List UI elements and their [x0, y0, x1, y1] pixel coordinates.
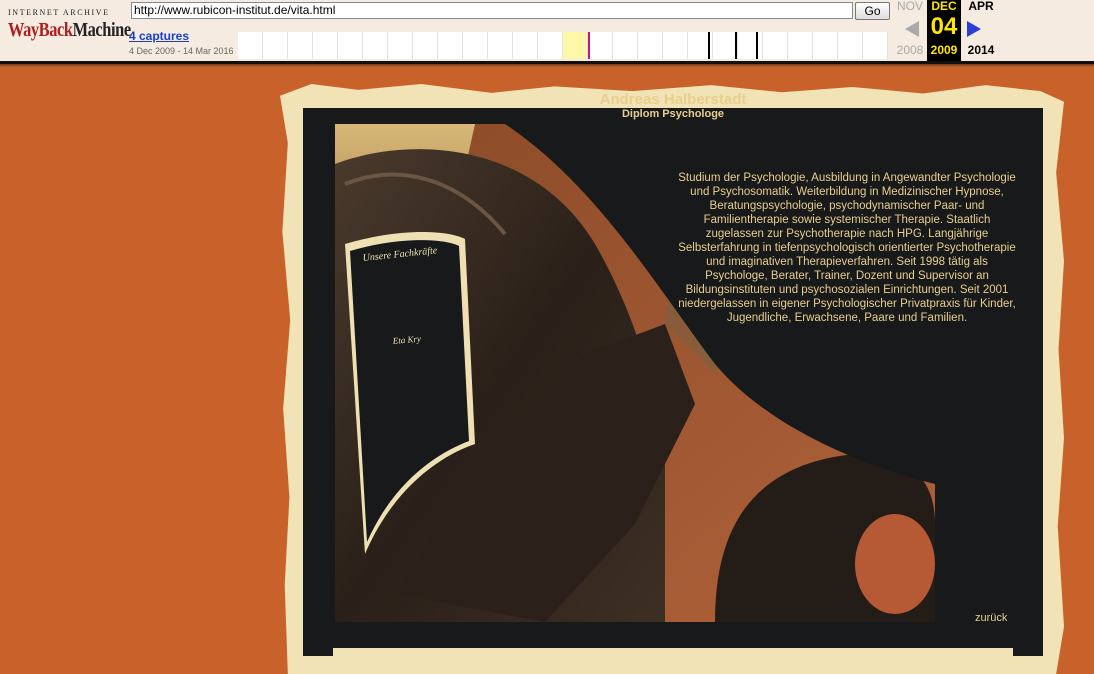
bio-text: Studium der Psychologie, Ausbildung in A…: [678, 172, 1016, 324]
go-button[interactable]: Go: [855, 2, 890, 20]
sparkline-month-cell[interactable]: [813, 32, 838, 59]
sparkline-month-cell[interactable]: [263, 32, 288, 59]
sparkline-month-cell[interactable]: [288, 32, 313, 59]
wayback-logo-top-text: INTERNET ARCHIVE: [8, 8, 110, 17]
sparkline-month-cell[interactable]: [763, 32, 788, 59]
next-year-label[interactable]: 2014: [961, 44, 1001, 56]
sparkline-month-cell[interactable]: [538, 32, 563, 59]
wayback-logo-way: Way: [8, 19, 39, 41]
sparkline-capture-tick[interactable]: [708, 32, 710, 59]
sparkline-month-cell[interactable]: [838, 32, 863, 59]
current-capture-nav: DEC 04 2009: [927, 0, 961, 61]
sparkline-month-cell[interactable]: [488, 32, 513, 59]
sparkline-month-cell[interactable]: [588, 32, 613, 59]
wayback-logo-machine: Machine: [72, 19, 132, 41]
wayback-logo-back: Back: [38, 19, 73, 41]
next-month-label[interactable]: APR: [961, 0, 1001, 12]
sparkline-current-capture-tick[interactable]: [588, 32, 590, 59]
prev-arrow-icon[interactable]: [905, 21, 919, 37]
captures-link[interactable]: 4 captures: [129, 29, 189, 43]
sparkline-month-cell[interactable]: [513, 32, 538, 59]
sparkline-month-cell[interactable]: [613, 32, 638, 59]
sparkline-month-cell[interactable]: [638, 32, 663, 59]
sparkline-month-cell[interactable]: [363, 32, 388, 59]
next-capture-nav[interactable]: APR 2014: [961, 0, 1001, 61]
sparkline-month-cell[interactable]: [438, 32, 463, 59]
sparkline-month-cell[interactable]: [713, 32, 738, 59]
current-day-label: 04: [930, 13, 958, 40]
url-input[interactable]: http://www.rubicon-institut.de/vita.html: [131, 2, 853, 19]
frame-bottom-edge: [333, 648, 1013, 660]
photo-cushion: [855, 514, 935, 614]
prev-year-label[interactable]: 2008: [893, 44, 927, 56]
sparkline-current-month-cell[interactable]: [563, 32, 588, 59]
sparkline-month-cell[interactable]: [413, 32, 438, 59]
prev-capture-nav[interactable]: NOV 2008: [893, 0, 927, 61]
sparkline-month-cell[interactable]: [463, 32, 488, 59]
wayback-logo[interactable]: INTERNET ARCHIVE WayBackMachine: [8, 8, 131, 48]
sparkline-capture-tick[interactable]: [735, 32, 737, 59]
next-arrow-icon[interactable]: [967, 21, 981, 37]
current-year-label: 2009: [930, 43, 958, 57]
capture-sparkline[interactable]: [238, 32, 888, 59]
back-link[interactable]: zurück: [975, 612, 1007, 624]
toolbar-divider: [0, 61, 1094, 67]
sparkline-month-cell[interactable]: [738, 32, 763, 59]
wayback-logo-wordmark: WayBackMachine: [8, 19, 131, 41]
sparkline-month-cell[interactable]: [338, 32, 363, 59]
prev-month-label[interactable]: NOV: [893, 0, 927, 12]
sparkline-month-cell[interactable]: [788, 32, 813, 59]
page-subtitle: Diplom Psychologe: [621, 108, 725, 120]
wayback-toolbar: INTERNET ARCHIVE WayBackMachine http://w…: [0, 0, 1094, 61]
sparkline-month-cell[interactable]: [863, 32, 888, 59]
current-month-label: DEC: [931, 0, 957, 13]
sparkline-month-cell[interactable]: [688, 32, 713, 59]
page-title: Andreas Halberstadt: [599, 91, 747, 108]
sparkline-capture-tick[interactable]: [756, 32, 758, 59]
sparkline-month-cell[interactable]: [313, 32, 338, 59]
sparkline-month-cell[interactable]: [388, 32, 413, 59]
sparkline-month-cell[interactable]: [238, 32, 263, 59]
sparkline-month-cell[interactable]: [663, 32, 688, 59]
capture-date-range: 4 Dec 2009 - 14 Mar 2016: [129, 46, 234, 56]
